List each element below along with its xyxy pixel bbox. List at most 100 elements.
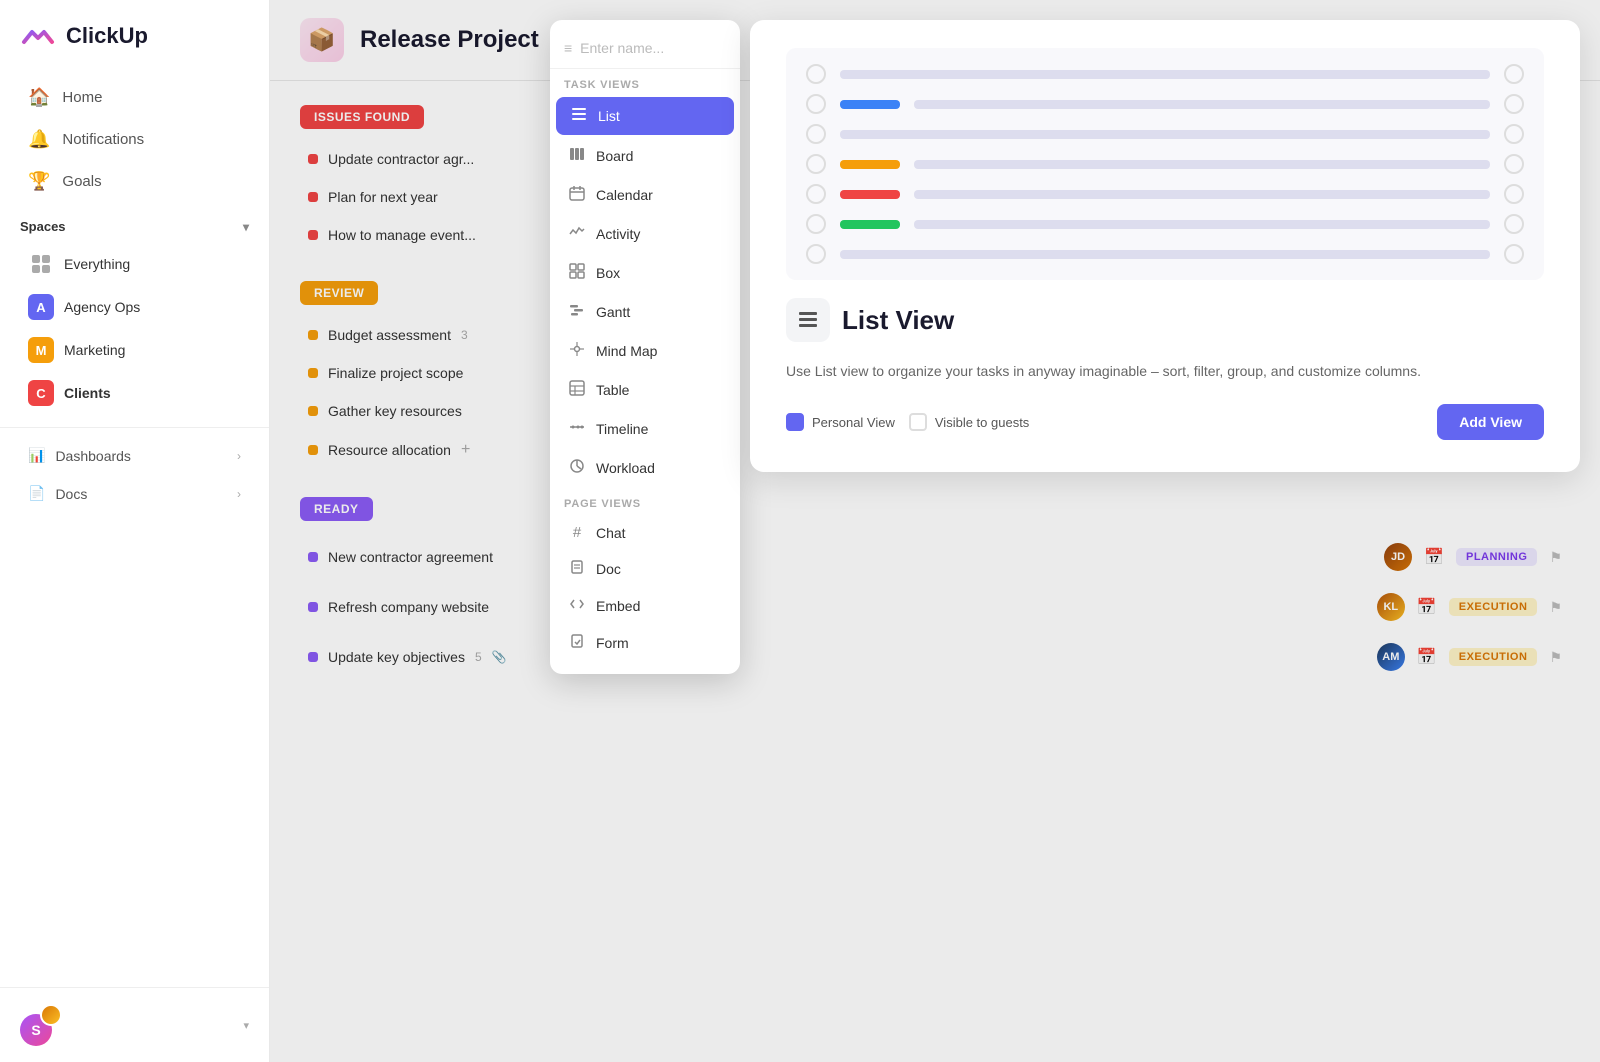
agency-ops-label: Agency Ops (64, 299, 140, 315)
activity-icon (568, 224, 586, 244)
spaces-section-header[interactable]: Spaces ▾ (0, 203, 269, 242)
sidebar-item-dashboards[interactable]: 📊 Dashboards › (8, 437, 261, 474)
preview-description: Use List view to organize your tasks in … (786, 360, 1544, 382)
lp-circle (806, 214, 826, 234)
view-option-timeline[interactable]: Timeline (554, 410, 736, 448)
clickup-logo-icon (20, 18, 56, 54)
lp-circle (806, 124, 826, 144)
marketing-label: Marketing (64, 342, 125, 358)
lp-circle (1504, 154, 1524, 174)
lp-bar (914, 220, 1490, 229)
view-option-box[interactable]: Box (554, 254, 736, 292)
mindmap-icon (568, 341, 586, 361)
view-label-embed: Embed (596, 598, 640, 614)
workload-icon (568, 458, 586, 478)
user-profile[interactable]: S ▾ (0, 987, 269, 1062)
visible-guests-checkbox[interactable] (909, 413, 927, 431)
lp-bar (914, 100, 1490, 109)
docs-label: Docs (55, 486, 87, 502)
everything-grid-icon (28, 251, 54, 277)
sidebar-item-everything[interactable]: Everything (8, 243, 261, 285)
marketing-avatar: M (28, 337, 54, 363)
lp-circle (806, 64, 826, 84)
view-label-timeline: Timeline (596, 421, 648, 437)
lp-bar (840, 130, 1490, 139)
personal-view-checkbox[interactable] (786, 413, 804, 431)
view-label-workload: Workload (596, 460, 655, 476)
sidebar-item-home[interactable]: 🏠 Home (8, 77, 261, 118)
dropdown-search: ≡ (550, 32, 740, 69)
preview-view-title: List View (842, 305, 954, 336)
view-option-list[interactable]: List (556, 97, 734, 135)
view-label-gantt: Gantt (596, 304, 630, 320)
home-icon: 🏠 (28, 87, 50, 108)
view-name-input[interactable] (580, 40, 726, 56)
doc-icon (568, 560, 586, 578)
personal-view-toggle[interactable]: Personal View (786, 413, 895, 431)
sidebar-item-notifications[interactable]: 🔔 Notifications (8, 119, 261, 160)
sidebar-item-clients[interactable]: C Clients (8, 372, 261, 414)
add-view-button[interactable]: Add View (1437, 404, 1544, 440)
clients-avatar: C (28, 380, 54, 406)
spaces-chevron-icon: ▾ (243, 220, 249, 234)
view-label-form: Form (596, 635, 629, 651)
view-option-form[interactable]: Form (554, 625, 736, 661)
view-option-table[interactable]: Table (554, 371, 736, 409)
lp-circle (1504, 124, 1524, 144)
dashboards-chevron-icon: › (237, 449, 241, 463)
view-option-doc[interactable]: Doc (554, 551, 736, 587)
list-search-icon: ≡ (564, 40, 572, 56)
dashboards-icon: 📊 (28, 447, 45, 464)
sidebar-item-goals[interactable]: 🏆 Goals (8, 161, 261, 202)
timeline-icon (568, 419, 586, 439)
user-avatar-wrap: S (20, 1004, 62, 1046)
lp-circle (806, 184, 826, 204)
sidebar: ClickUp 🏠 Home 🔔 Notifications 🏆 Goals S… (0, 0, 270, 1062)
view-option-activity[interactable]: Activity (554, 215, 736, 253)
lp-bar-yellow (840, 160, 900, 169)
view-label-chat: Chat (596, 525, 626, 541)
sidebar-item-docs[interactable]: 📄 Docs › (8, 475, 261, 512)
list-preview-illustration (786, 48, 1544, 280)
lp-circle (1504, 244, 1524, 264)
preview-footer: Personal View Visible to guests Add View (786, 404, 1544, 440)
visible-guests-label: Visible to guests (935, 415, 1029, 430)
view-option-mindmap[interactable]: Mind Map (554, 332, 736, 370)
list-icon (570, 106, 588, 126)
view-label-calendar: Calendar (596, 187, 653, 203)
bottom-nav: 📊 Dashboards › 📄 Docs › (0, 427, 269, 513)
view-option-workload[interactable]: Workload (554, 449, 736, 487)
personal-view-label: Personal View (812, 415, 895, 430)
lp-bar-red (840, 190, 900, 199)
gantt-icon (568, 302, 586, 322)
chat-icon: # (568, 524, 586, 541)
calendar-small-icon (568, 185, 586, 205)
view-option-embed[interactable]: Embed (554, 588, 736, 624)
lp-bar-blue (840, 100, 900, 109)
box-icon (568, 263, 586, 283)
view-option-gantt[interactable]: Gantt (554, 293, 736, 331)
embed-icon (568, 597, 586, 615)
spaces-label: Spaces (20, 219, 66, 234)
view-label-list: List (598, 108, 620, 124)
dashboards-label: Dashboards (55, 448, 131, 464)
docs-icon: 📄 (28, 485, 45, 502)
view-option-board[interactable]: Board (554, 137, 736, 175)
view-option-calendar[interactable]: Calendar (554, 176, 736, 214)
view-dropdown: ≡ TASK VIEWS List Board Calendar (550, 20, 740, 674)
view-option-chat[interactable]: # Chat (554, 515, 736, 550)
preview-panel: List View Use List view to organize your… (750, 20, 1580, 472)
logo[interactable]: ClickUp (0, 18, 269, 76)
sidebar-item-marketing[interactable]: M Marketing (8, 329, 261, 371)
lp-circle (1504, 94, 1524, 114)
main-content: 📦 Release Project ISSUES FOUND Update co… (270, 0, 1600, 1062)
sidebar-item-notifications-label: Notifications (62, 131, 144, 148)
trophy-icon: 🏆 (28, 171, 50, 192)
sidebar-item-agency-ops[interactable]: A Agency Ops (8, 286, 261, 328)
view-label-table: Table (596, 382, 629, 398)
app-name: ClickUp (66, 23, 148, 49)
main-nav: 🏠 Home 🔔 Notifications 🏆 Goals (0, 76, 269, 203)
user-avatar-secondary (40, 1004, 62, 1026)
bell-icon: 🔔 (28, 129, 50, 150)
visible-to-guests[interactable]: Visible to guests (909, 413, 1029, 431)
